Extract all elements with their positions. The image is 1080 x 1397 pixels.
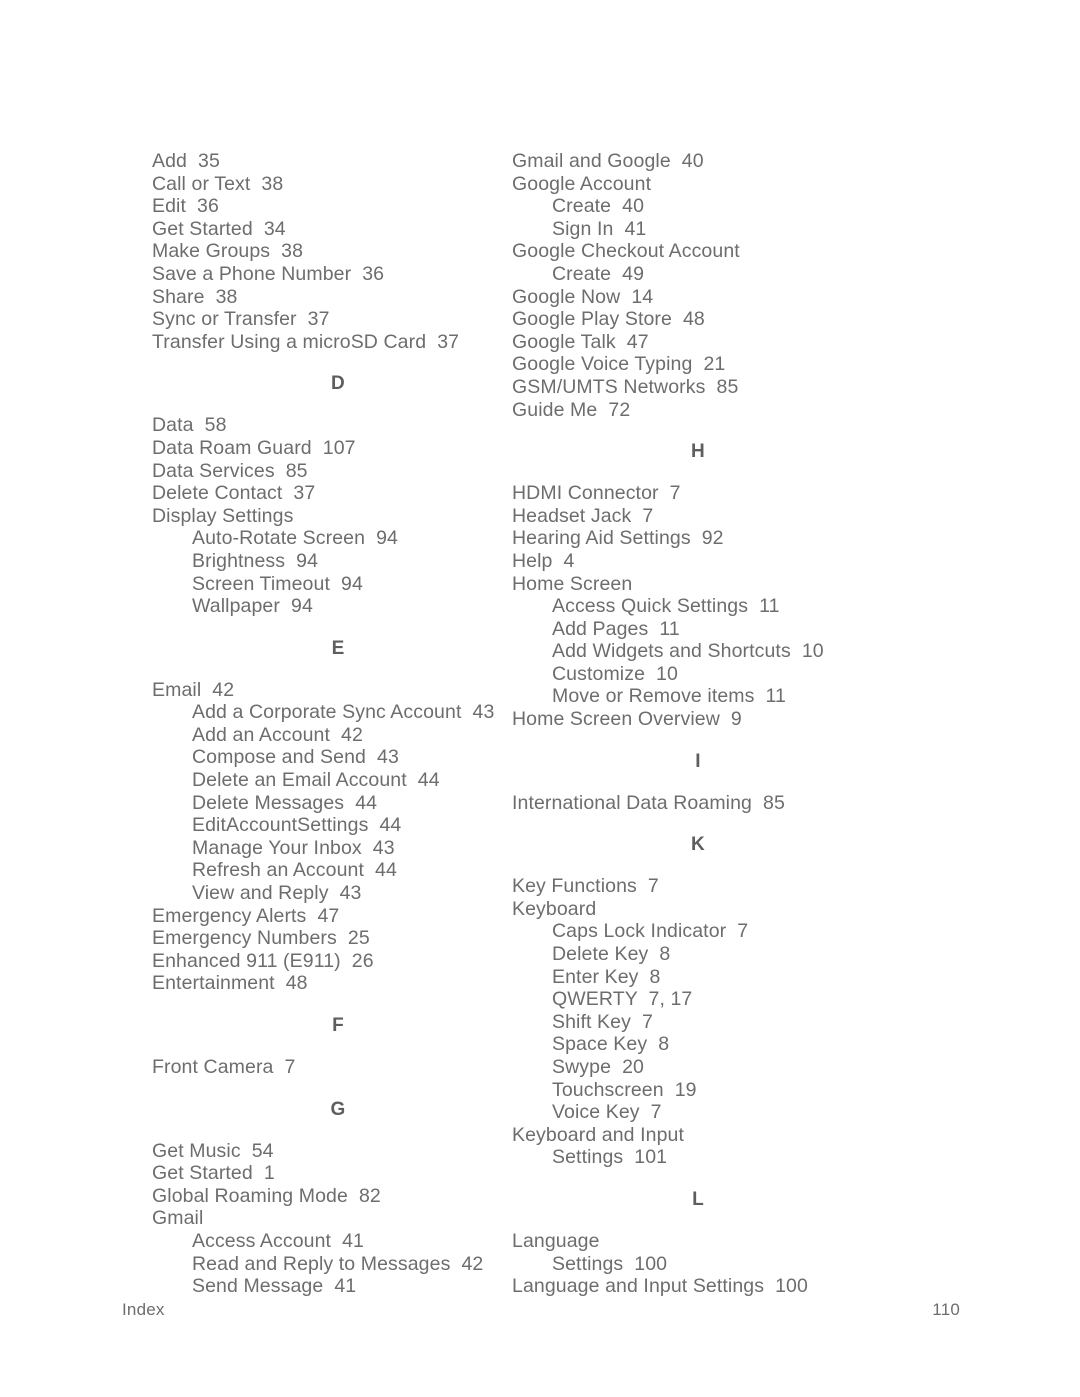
index-entry: Data 58 <box>152 414 227 437</box>
index-subentry: Delete Messages 44 <box>192 791 378 814</box>
index-entry: International Data Roaming 85 <box>512 791 785 814</box>
index-entry: Add 35 <box>152 150 220 172</box>
index-entry: Language and Input Settings 100 <box>512 1275 808 1298</box>
index-entry: Make Groups 38 <box>152 240 304 263</box>
index-entry: Help 4 <box>512 549 575 572</box>
index-entry: Get Started 34 <box>152 217 286 240</box>
index-subentry: Create 49 <box>552 262 645 285</box>
page-footer: Index 110 <box>0 1300 1080 1320</box>
index-entry: Google Play Store 48 <box>512 308 705 331</box>
index-page: Add 35 Call or Text 38 Edit 36 Get Started … <box>0 0 1080 1397</box>
index-subentry: Access Account 41 <box>192 1229 364 1252</box>
index-subentry: Auto-Rotate Screen 94 <box>192 527 398 550</box>
left-column: Add 35 Call or Text 38 Edit 36 Get Started … <box>0 150 495 1298</box>
index-entry: Google Now 14 <box>512 285 654 308</box>
index-entry: Home Screen Overview 9 <box>512 708 742 731</box>
index-subentry: Wallpaper 94 <box>192 595 313 618</box>
index-entry: Keyboard and Input <box>512 1123 685 1146</box>
index-subentry: Delete Key 8 <box>552 943 671 966</box>
footer-section-label: Index <box>122 1300 165 1319</box>
index-subentry: View and Reply 43 <box>192 882 362 905</box>
footer-page-number: 110 <box>932 1300 960 1319</box>
index-subentry: Voice Key 7 <box>552 1101 662 1124</box>
index-subentry: Space Key 8 <box>552 1033 670 1056</box>
index-entry: Delete Contact 37 <box>152 482 316 505</box>
section-letter-h: H <box>691 441 705 463</box>
index-entry: Email 42 <box>152 678 235 701</box>
index-entry: Google Voice Typing 21 <box>512 353 726 376</box>
index-subentry: Create 40 <box>552 195 645 218</box>
index-columns: Add 35 Call or Text 38 Edit 36 Get Started … <box>0 150 1080 1298</box>
index-entry: Hearing Aid Settings 92 <box>512 527 724 550</box>
index-entry: Key Functions 7 <box>512 875 659 898</box>
index-entry: Google Talk 47 <box>512 330 649 353</box>
index-subentry: Caps Lock Indicator 7 <box>552 920 749 943</box>
right-column: Gmail and Google 40 Google Account Create … <box>430 150 930 1298</box>
index-entry: Share 38 <box>152 285 238 308</box>
index-entry: Get Started 1 <box>152 1162 275 1185</box>
index-entry: Home Screen <box>512 572 633 595</box>
index-subentry: Read and Reply to Messages 42 <box>192 1252 484 1275</box>
index-subentry: Access Quick Settings 11 <box>552 595 780 618</box>
index-entry: Entertainment 48 <box>152 972 308 995</box>
index-entry: Data Roam Guard 107 <box>152 436 356 459</box>
index-subentry: QWERTY 7, 17 <box>552 988 693 1011</box>
index-entry: Gmail and Google 40 <box>512 150 704 172</box>
index-subentry: Compose and Send 43 <box>192 746 399 769</box>
index-subentry: Refresh an Account 44 <box>192 859 397 882</box>
index-entry: Emergency Alerts 47 <box>152 904 340 927</box>
index-entry: Global Roaming Mode 82 <box>152 1184 381 1207</box>
index-subentry: Manage Your Inbox 43 <box>192 836 395 859</box>
index-subentry: Shift Key 7 <box>552 1010 653 1033</box>
index-entry: Gmail <box>152 1207 204 1230</box>
index-entry: Headset Jack 7 <box>512 504 654 527</box>
index-entry: Get Music 54 <box>152 1139 274 1162</box>
index-entry: Google Account <box>512 172 652 195</box>
index-subentry: Add an Account 42 <box>192 723 363 746</box>
index-entry: Keyboard <box>512 897 597 920</box>
index-entry: Guide Me 72 <box>512 398 631 421</box>
index-entry: GSM/UMTS Networks 85 <box>512 375 739 398</box>
index-subentry: Enter Key 8 <box>552 965 661 988</box>
section-letter-k: K <box>691 834 705 856</box>
index-subentry: Delete an Email Account 44 <box>192 769 440 792</box>
index-subentry: Settings 100 <box>552 1252 668 1275</box>
index-entry: Enhanced 911 (E911) 26 <box>152 949 374 972</box>
index-subentry: Screen Timeout 94 <box>192 572 363 595</box>
section-letter-l: L <box>692 1188 704 1210</box>
index-entry: Edit 36 <box>152 195 219 218</box>
index-entry: Google Checkout Account <box>512 240 740 263</box>
index-subentry: Add Widgets and Shortcuts 10 <box>552 640 824 663</box>
index-subentry: Touchscreen 19 <box>552 1078 697 1101</box>
index-entry: Data Services 85 <box>152 459 308 482</box>
index-subentry: Brightness 94 <box>192 549 319 572</box>
index-entry: Save a Phone Number 36 <box>152 262 385 285</box>
index-subentry: Sign In 41 <box>552 217 647 240</box>
index-entry: Call or Text 38 <box>152 172 284 195</box>
index-entry: Transfer Using a microSD Card 37 <box>152 330 460 353</box>
section-letter-i: I <box>695 750 701 772</box>
index-subentry: Add Pages 11 <box>552 617 680 640</box>
index-subentry: Add a Corporate Sync Account 43 <box>192 701 495 724</box>
index-subentry: Swype 20 <box>552 1056 644 1078</box>
index-entry: Front Camera 7 <box>152 1056 296 1078</box>
index-entry: Sync or Transfer 37 <box>152 308 330 331</box>
index-entry: Display Settings <box>152 504 294 527</box>
index-subentry: EditAccountSettings 44 <box>192 814 402 837</box>
index-subentry: Send Message 41 <box>192 1275 357 1298</box>
index-entry: Language <box>512 1229 600 1252</box>
index-subentry: Settings 101 <box>552 1146 668 1169</box>
index-subentry: Move or Remove items 11 <box>552 685 786 708</box>
index-entry: Emergency Numbers 25 <box>152 927 370 950</box>
index-subentry: Customize 10 <box>552 662 678 685</box>
index-entry: HDMI Connector 7 <box>512 482 681 505</box>
